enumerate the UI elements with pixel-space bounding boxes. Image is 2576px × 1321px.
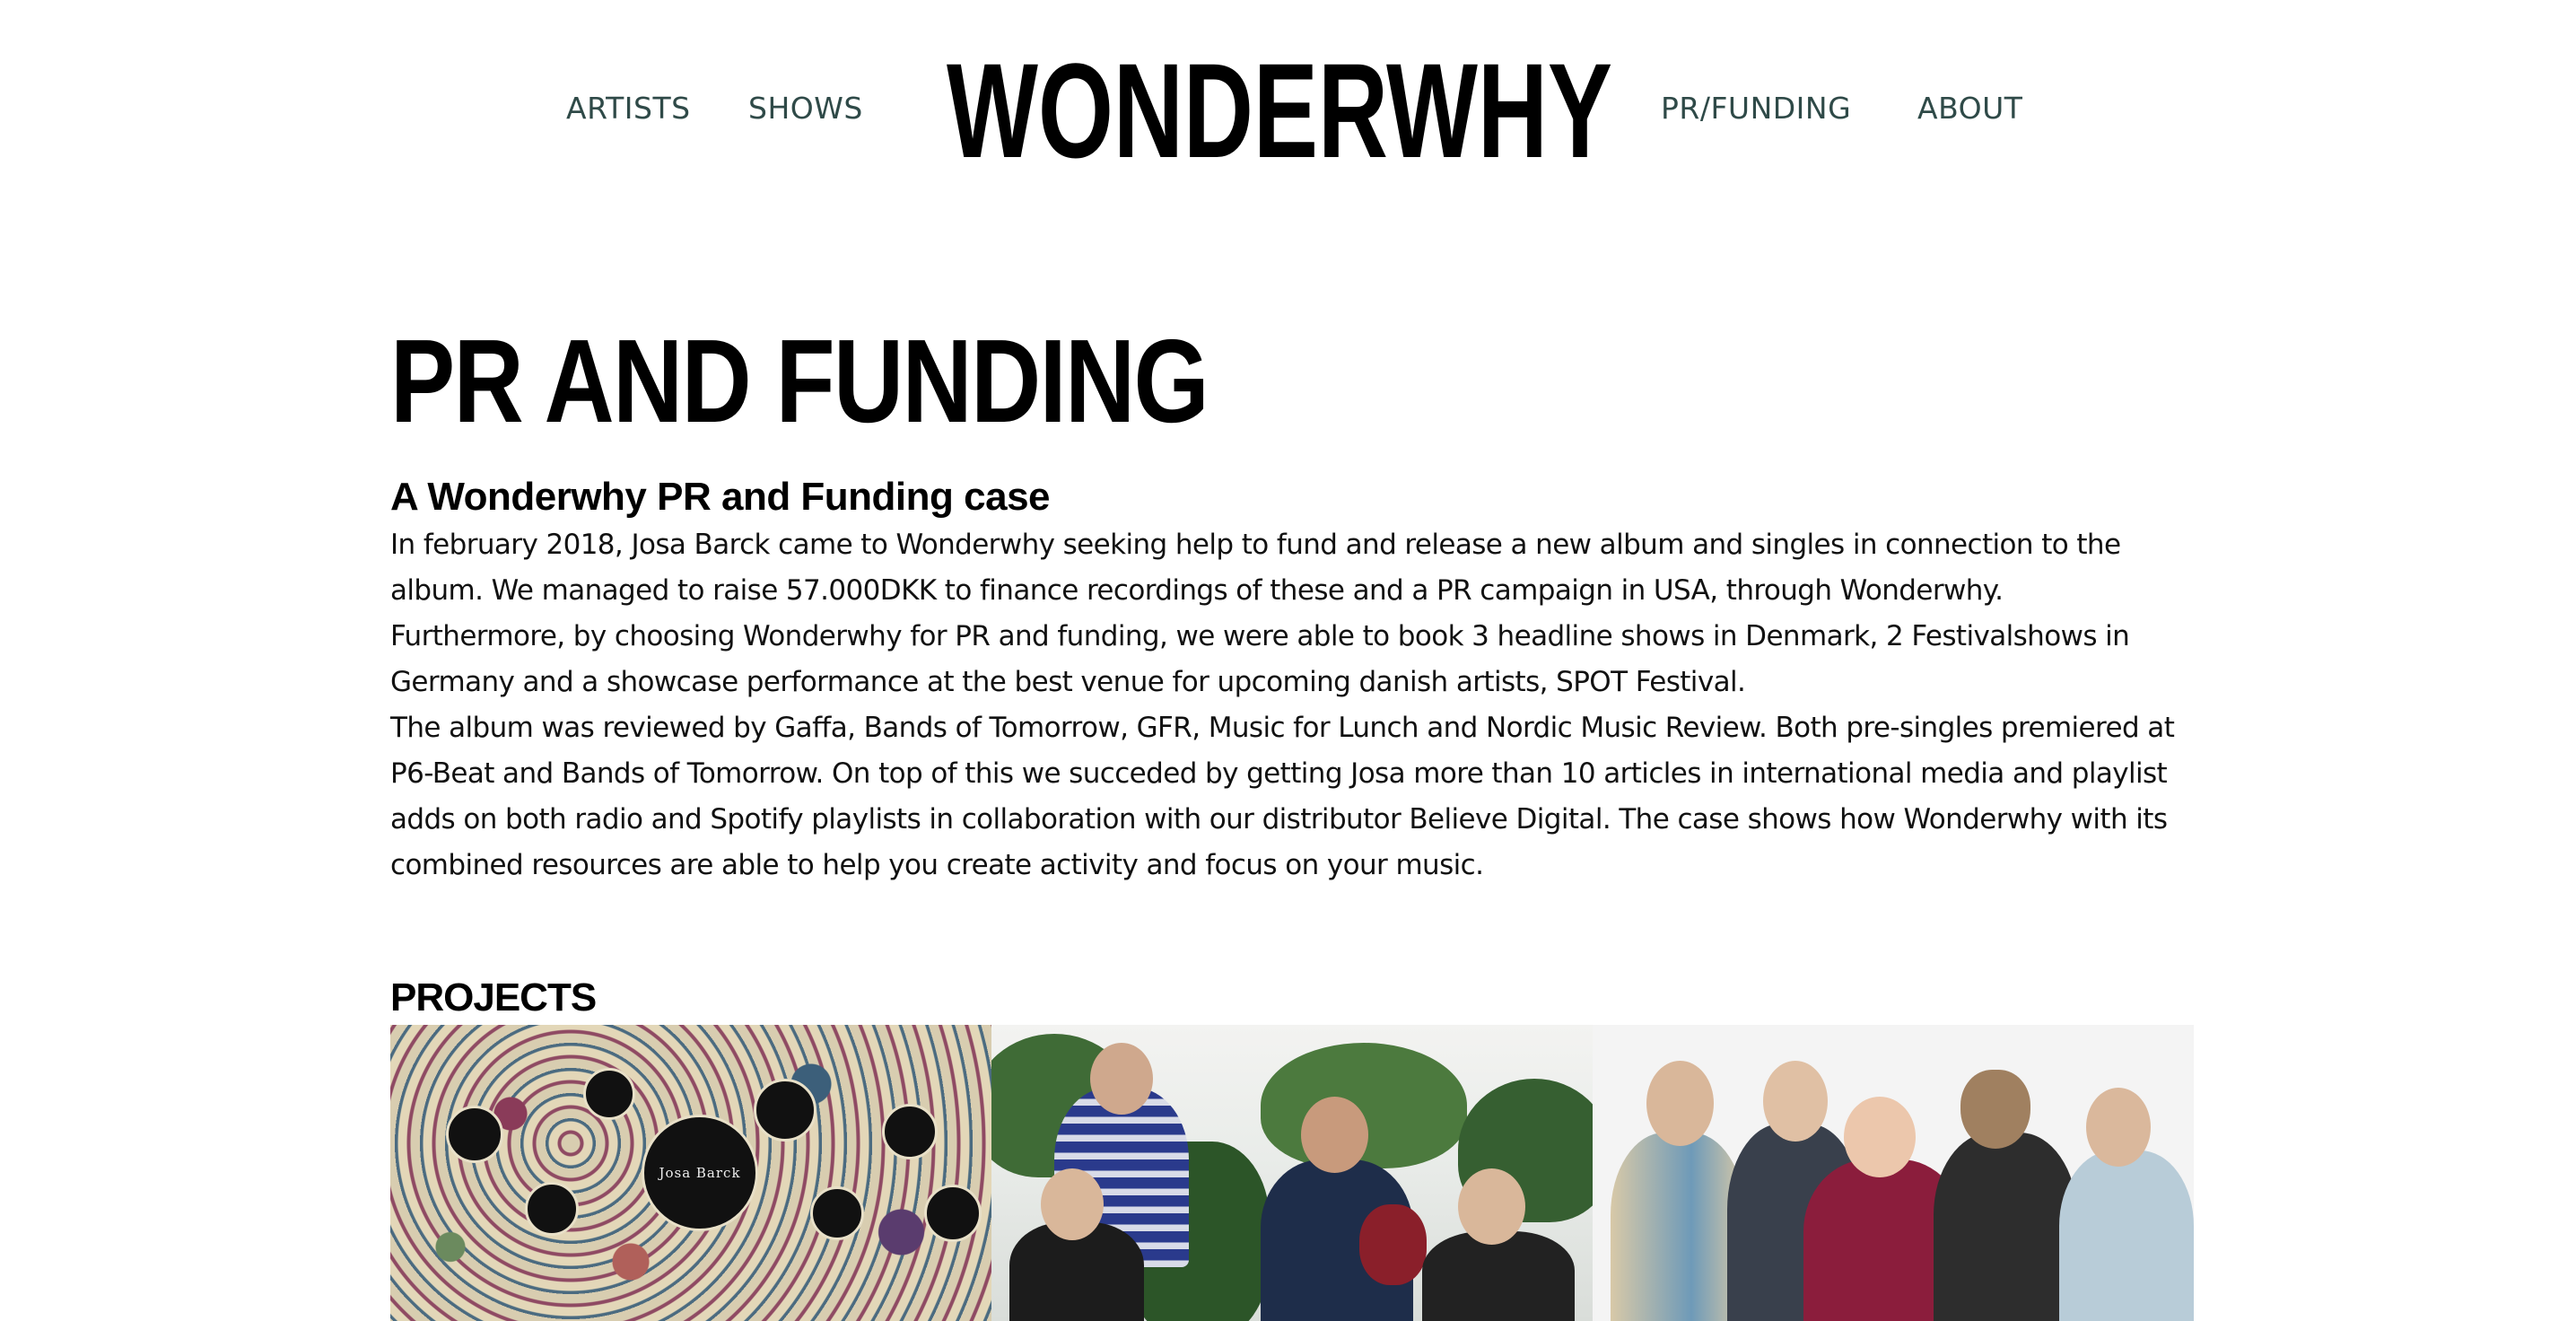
band-member-head — [1301, 1097, 1368, 1173]
case-description: In february 2018, Josa Barck came to Won… — [390, 522, 2194, 888]
band-member — [1934, 1133, 2077, 1321]
poster-date-dot — [754, 1079, 816, 1142]
nav-link-artists[interactable]: ARTISTS — [566, 91, 691, 127]
band-member-head — [1763, 1061, 1828, 1142]
decor-head-statue — [1359, 1204, 1427, 1285]
poster-date-dot — [446, 1106, 503, 1163]
case-paragraph: In february 2018, Josa Barck came to Won… — [390, 529, 2121, 607]
band-member — [1611, 1133, 1745, 1321]
poster-title-dot: Josa Barck — [642, 1115, 758, 1231]
band-member-head — [1090, 1043, 1153, 1115]
band-member-head — [1844, 1097, 1916, 1177]
band-member-head — [1646, 1061, 1714, 1146]
page-title: PR AND FUNDING — [390, 315, 1209, 447]
band-member-head — [2086, 1088, 2151, 1167]
poster-date-dot — [525, 1182, 579, 1236]
band-member-head — [1458, 1168, 1525, 1245]
project-card-band-plants[interactable] — [991, 1025, 1593, 1321]
project-card-poster[interactable]: Josa Barck — [390, 1025, 991, 1321]
site-logo[interactable]: WONDERWHY — [947, 43, 1612, 178]
poster-date-dot — [882, 1104, 938, 1159]
project-card-band-group[interactable] — [1593, 1025, 2194, 1321]
poster-date-dot — [583, 1068, 635, 1120]
case-paragraph: Furthermore, by choosing Wonderwhy for P… — [390, 620, 2130, 698]
projects-heading: PROJECTS — [390, 975, 597, 1019]
poster-date-dot — [810, 1186, 864, 1240]
case-paragraph: The album was reviewed by Gaffa, Bands o… — [390, 712, 2175, 881]
band-member — [2059, 1150, 2194, 1321]
band-member-head — [1960, 1070, 2030, 1149]
band-member — [1422, 1231, 1575, 1321]
nav-link-pr-funding[interactable]: PR/FUNDING — [1661, 91, 1851, 127]
nav-link-shows[interactable]: SHOWS — [748, 91, 863, 127]
main-content: PR AND FUNDING A Wonderwhy PR and Fundin… — [390, 315, 2194, 888]
case-title: A Wonderwhy PR and Funding case — [390, 475, 1051, 519]
site-header: ARTISTS SHOWS WONDERWHY PR/FUNDING ABOUT — [0, 0, 2576, 215]
band-member-head — [1041, 1168, 1104, 1240]
projects-grid: Josa Barck — [390, 1025, 2194, 1321]
poster-date-dot — [924, 1185, 982, 1242]
nav-link-about[interactable]: ABOUT — [1917, 91, 2022, 127]
poster-title-text: Josa Barck — [659, 1165, 741, 1181]
